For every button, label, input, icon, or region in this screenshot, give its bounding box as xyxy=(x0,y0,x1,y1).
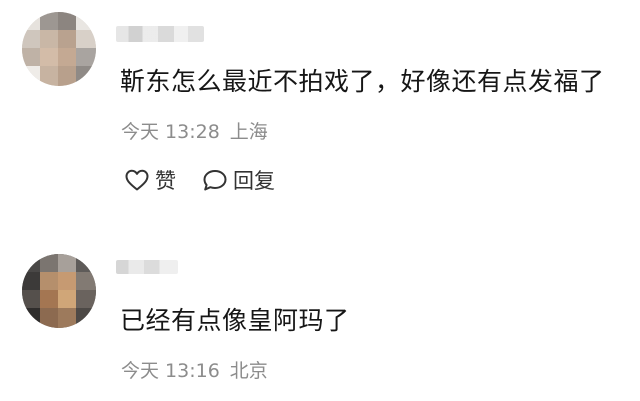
username-blurred[interactable] xyxy=(116,26,204,42)
comment-location: 上海 xyxy=(229,121,268,143)
comment-time: 今天 13:28 xyxy=(121,121,220,143)
comment-time: 今天 13:16 xyxy=(121,360,220,382)
avatar-image xyxy=(22,12,96,86)
username-blurred[interactable] xyxy=(116,260,178,274)
comment-item-1: 靳东怎么最近不拍戏了，好像还有点发福了 今天 13:28 上海 赞 回复 xyxy=(0,0,640,230)
like-label: 赞 xyxy=(155,169,176,193)
comment-location: 北京 xyxy=(229,360,268,382)
avatar[interactable] xyxy=(22,12,96,86)
comment-meta: 今天 13:16 北京 xyxy=(121,359,278,383)
avatar[interactable] xyxy=(22,254,96,328)
like-button[interactable]: 赞 xyxy=(124,165,176,195)
comment-meta: 今天 13:28 上海 xyxy=(121,120,278,144)
speech-bubble-outline-icon xyxy=(203,170,227,191)
reply-button[interactable]: 回复 xyxy=(202,165,275,195)
comment-text: 已经有点像皇阿玛了 xyxy=(120,306,350,335)
reply-label: 回复 xyxy=(233,169,275,193)
avatar-image xyxy=(22,254,96,328)
comment-item-2: 已经有点像皇阿玛了 今天 13:16 北京 xyxy=(0,246,640,401)
comment-text: 靳东怎么最近不拍戏了，好像还有点发福了 xyxy=(120,67,605,96)
comment-actions: 赞 回复 xyxy=(124,166,301,194)
heart-outline-icon xyxy=(125,169,149,191)
